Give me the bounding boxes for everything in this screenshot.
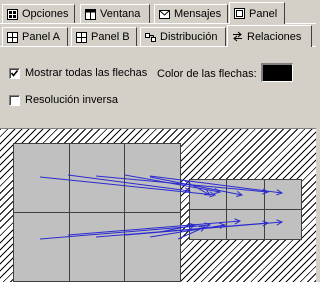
messages-icon [159,9,170,20]
relations-options-panel: Mostrar todas las flechas Color de las f… [0,43,316,125]
arrow-color-label: Color de las flechas: [157,68,257,80]
tab-label: Panel B [91,31,130,43]
tab-panel[interactable]: Panel [229,2,285,24]
window-icon [85,8,96,20]
show-all-arrows-checkbox[interactable] [9,67,20,79]
tab-label: Panel [249,7,278,20]
inverse-resolution-checkbox[interactable] [9,94,20,106]
arrow-color-swatch[interactable] [261,63,293,82]
show-all-arrows-label: Mostrar todas las flechas [25,67,148,79]
tab-label: Ventana [100,8,141,20]
tab-opciones[interactable]: Opciones [2,4,75,23]
relations-preview [0,128,316,282]
show-all-arrows-row: Mostrar todas las flechas [9,67,147,79]
tab-label: Distribución [160,31,218,43]
inverse-resolution-label: Resolución inversa [25,94,118,106]
panel-icon [234,8,245,19]
tab-relaciones[interactable]: Relaciones [227,25,312,47]
options-icon [7,8,18,20]
tab-label: Opciones [22,8,69,20]
grid-icon [7,31,18,43]
relations-icon [232,31,243,42]
preview-canvas [13,143,302,282]
tab-ventana[interactable]: Ventana [80,4,150,23]
grid-icon [76,31,87,43]
top-tab-bar: Opciones Ventana Mensajes Panel [0,2,316,24]
inverse-resolution-row: Resolución inversa [9,94,118,106]
distribution-icon [145,32,156,43]
tab-label: Relaciones [247,30,302,43]
tab-label: Panel A [22,31,60,43]
tab-mensajes[interactable]: Mensajes [154,4,228,23]
tab-label: Mensajes [174,8,222,20]
